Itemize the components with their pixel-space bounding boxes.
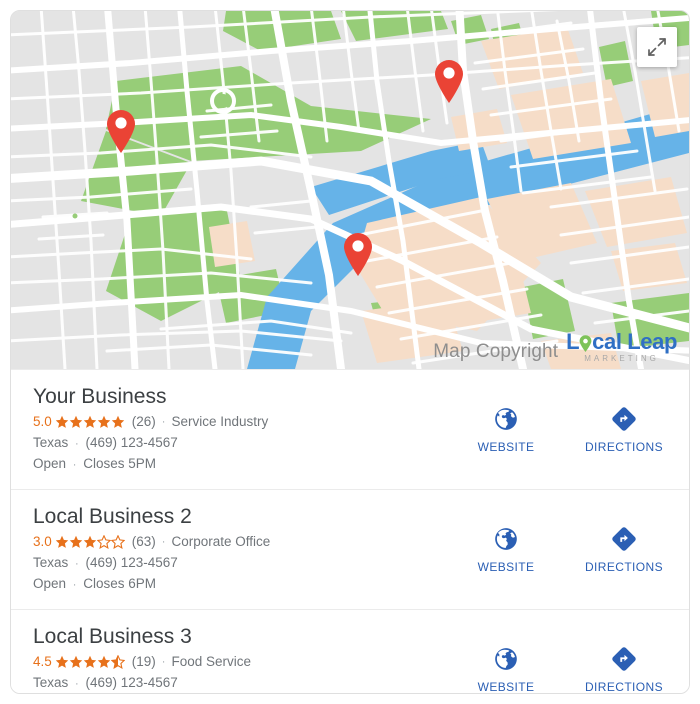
star-rating bbox=[55, 415, 125, 429]
globe-icon bbox=[493, 525, 519, 553]
separator: · bbox=[72, 579, 77, 591]
website-label: WEBSITE bbox=[477, 560, 535, 574]
star-full bbox=[69, 655, 83, 669]
website-label: WEBSITE bbox=[477, 440, 535, 454]
business-phone[interactable]: (469) 123-4567 bbox=[85, 675, 177, 690]
local-pack-card: Map Copyright L cal Leap MARKETING Your … bbox=[10, 10, 690, 694]
table-row[interactable]: Local Business 3 4.5 (19) · Food Service… bbox=[11, 609, 689, 694]
business-category: Corporate Office bbox=[171, 534, 271, 549]
separator: · bbox=[161, 416, 166, 428]
rating-value: 4.5 bbox=[33, 654, 52, 669]
rating-row: 4.5 (19) · Food Service bbox=[33, 653, 447, 671]
separator: · bbox=[75, 438, 79, 450]
separator: · bbox=[72, 459, 77, 471]
review-count: (19) bbox=[131, 654, 156, 669]
separator: · bbox=[75, 678, 79, 690]
separator: · bbox=[75, 558, 79, 570]
local-pack-page: Map Copyright L cal Leap MARKETING Your … bbox=[0, 0, 700, 704]
star-full bbox=[83, 535, 97, 549]
location-phone-row: Texas · (469) 123-4567 bbox=[33, 433, 447, 454]
business-name[interactable]: Your Business bbox=[33, 384, 447, 410]
website-button[interactable]: WEBSITE bbox=[456, 525, 556, 574]
directions-button[interactable]: DIRECTIONS bbox=[574, 405, 674, 454]
listing-actions: WEBSITE DIRECTIONS bbox=[447, 525, 689, 574]
business-phone[interactable]: (469) 123-4567 bbox=[85, 435, 177, 450]
business-name[interactable]: Local Business 3 bbox=[33, 624, 447, 650]
star-rating bbox=[55, 655, 125, 669]
star-empty bbox=[110, 535, 125, 549]
star-full bbox=[55, 415, 69, 429]
location-phone-row: Texas · (469) 123-4567 bbox=[33, 553, 447, 574]
directions-label: DIRECTIONS bbox=[584, 560, 663, 574]
listing-info: Local Business 3 4.5 (19) · Food Service… bbox=[33, 624, 447, 693]
directions-diamond-icon bbox=[611, 405, 637, 433]
business-category: Service Industry bbox=[171, 414, 269, 429]
globe-icon bbox=[493, 405, 519, 433]
expand-arrows-icon bbox=[648, 38, 666, 56]
hours-row: Open · Closes 6PM bbox=[33, 574, 447, 595]
listing-actions: WEBSITE DIRECTIONS bbox=[447, 645, 689, 694]
star-empty bbox=[96, 535, 111, 549]
rating-row: 3.0 (63) · Corporate Office bbox=[33, 533, 447, 551]
star-full bbox=[97, 655, 111, 669]
website-label: WEBSITE bbox=[477, 680, 535, 694]
directions-button[interactable]: DIRECTIONS bbox=[574, 525, 674, 574]
business-category: Food Service bbox=[171, 654, 252, 669]
separator: · bbox=[161, 536, 166, 548]
star-full bbox=[97, 415, 111, 429]
star-full bbox=[69, 415, 83, 429]
expand-map-button[interactable] bbox=[637, 27, 677, 67]
directions-label: DIRECTIONS bbox=[584, 680, 663, 694]
table-row[interactable]: Local Business 2 3.0 (63) · Corporate Of… bbox=[11, 489, 689, 609]
star-half bbox=[110, 655, 125, 669]
star-full bbox=[55, 655, 69, 669]
directions-diamond-icon bbox=[611, 525, 637, 553]
map-canvas[interactable]: Map Copyright L cal Leap MARKETING bbox=[11, 11, 689, 369]
table-row[interactable]: Your Business 5.0 (26) · Service Industr… bbox=[11, 369, 689, 489]
business-region: Texas bbox=[33, 435, 69, 450]
website-button[interactable]: WEBSITE bbox=[456, 645, 556, 694]
globe-icon bbox=[493, 645, 519, 673]
star-full bbox=[83, 655, 97, 669]
listing-info: Local Business 2 3.0 (63) · Corporate Of… bbox=[33, 504, 447, 595]
rating-value: 5.0 bbox=[33, 414, 52, 429]
directions-button[interactable]: DIRECTIONS bbox=[574, 645, 674, 694]
hours-row: Open · Closes 5PM bbox=[33, 454, 447, 475]
open-status: Open bbox=[33, 456, 67, 471]
business-phone[interactable]: (469) 123-4567 bbox=[85, 555, 177, 570]
location-phone-row: Texas · (469) 123-4567 bbox=[33, 673, 447, 693]
closing-time: Closes 5PM bbox=[83, 456, 157, 471]
closing-time: Closes 6PM bbox=[83, 576, 157, 591]
business-name[interactable]: Local Business 2 bbox=[33, 504, 447, 530]
star-full bbox=[111, 415, 125, 429]
review-count: (26) bbox=[131, 414, 156, 429]
rating-row: 5.0 (26) · Service Industry bbox=[33, 413, 447, 431]
business-region: Texas bbox=[33, 555, 69, 570]
website-button[interactable]: WEBSITE bbox=[456, 405, 556, 454]
business-region: Texas bbox=[33, 675, 69, 690]
rating-value: 3.0 bbox=[33, 534, 52, 549]
review-count: (63) bbox=[131, 534, 156, 549]
directions-label: DIRECTIONS bbox=[584, 440, 663, 454]
listing-actions: WEBSITE DIRECTIONS bbox=[447, 405, 689, 454]
star-full bbox=[55, 535, 69, 549]
open-status: Open bbox=[33, 576, 67, 591]
separator: · bbox=[161, 656, 166, 668]
directions-diamond-icon bbox=[611, 645, 637, 673]
star-full bbox=[69, 535, 83, 549]
star-full bbox=[83, 415, 97, 429]
star-rating bbox=[55, 535, 125, 549]
map-graphic bbox=[11, 11, 689, 369]
listing-info: Your Business 5.0 (26) · Service Industr… bbox=[33, 384, 447, 475]
